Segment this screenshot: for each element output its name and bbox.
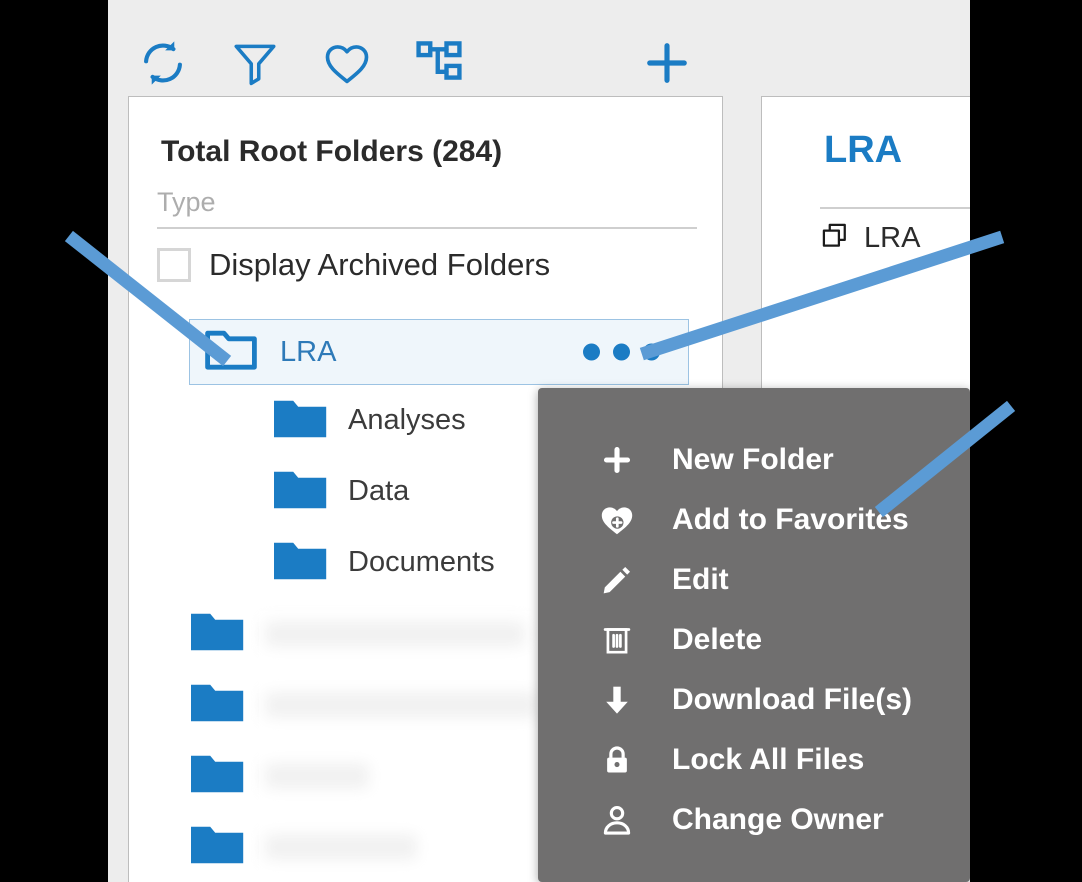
add-button[interactable] (636, 32, 698, 94)
menu-item-label: Edit (672, 563, 729, 597)
menu-item-label: Delete (672, 623, 762, 657)
lock-icon (594, 744, 640, 776)
pencil-icon (594, 563, 640, 597)
toolbar (108, 0, 970, 96)
type-filter-input[interactable]: Type (157, 185, 697, 229)
details-title: LRA (824, 129, 902, 172)
screenshot-root: Total Root Folders (284) Type Display Ar… (0, 0, 1082, 882)
folder-icon (189, 751, 245, 800)
menu-item-delete[interactable]: Delete (538, 610, 970, 670)
folder-icon (189, 609, 245, 658)
tree-row-label: LRA (280, 336, 336, 369)
plus-icon (594, 442, 640, 478)
tree-row-selected-lra[interactable]: LRA (189, 319, 689, 385)
type-filter-underline (157, 227, 697, 229)
menu-item-label: Change Owner (672, 803, 884, 837)
page-title: Total Root Folders (284) (161, 135, 502, 169)
application-window: Total Root Folders (284) Type Display Ar… (108, 0, 970, 882)
download-arrow-icon (594, 683, 640, 717)
menu-item-download-files[interactable]: Download File(s) (538, 670, 970, 730)
hierarchy-icon[interactable] (408, 32, 470, 94)
copy-icon (820, 221, 850, 256)
menu-item-new-folder[interactable]: New Folder (538, 430, 970, 490)
menu-item-label: Download File(s) (672, 683, 912, 717)
folder-icon (272, 396, 328, 445)
favorites-heart-icon[interactable] (316, 32, 378, 94)
menu-item-label: New Folder (672, 443, 834, 477)
menu-item-label: Add to Favorites (672, 503, 909, 537)
menu-item-add-to-favorites[interactable]: Add to Favorites (538, 490, 970, 550)
details-breadcrumb-label: LRA (864, 222, 920, 255)
menu-item-label: Lock All Files (672, 743, 864, 777)
checkbox-unchecked-icon[interactable] (157, 248, 191, 282)
person-icon (594, 803, 640, 837)
type-filter-placeholder: Type (157, 185, 697, 219)
tree-row-label: Analyses (348, 404, 466, 437)
tree-row-label: Data (348, 475, 409, 508)
folder-icon (272, 538, 328, 587)
display-archived-folders-checkbox-row[interactable]: Display Archived Folders (157, 247, 550, 283)
folder-open-icon (204, 328, 258, 377)
tree-row-label: Documents (348, 546, 495, 579)
menu-item-edit[interactable]: Edit (538, 550, 970, 610)
menu-item-lock-all-files[interactable]: Lock All Files (538, 730, 970, 790)
heart-plus-icon (594, 501, 640, 539)
menu-item-change-owner[interactable]: Change Owner (538, 790, 970, 850)
folder-icon (189, 822, 245, 871)
folder-context-menu: New Folder Add to Favorites (538, 388, 970, 882)
trash-icon (594, 623, 640, 657)
folder-icon (189, 680, 245, 729)
display-archived-folders-label: Display Archived Folders (209, 247, 550, 283)
refresh-icon[interactable] (132, 32, 194, 94)
folder-icon (272, 467, 328, 516)
filter-icon[interactable] (224, 32, 286, 94)
more-options-dots-icon[interactable] (583, 344, 660, 361)
details-breadcrumb: LRA (820, 207, 970, 256)
